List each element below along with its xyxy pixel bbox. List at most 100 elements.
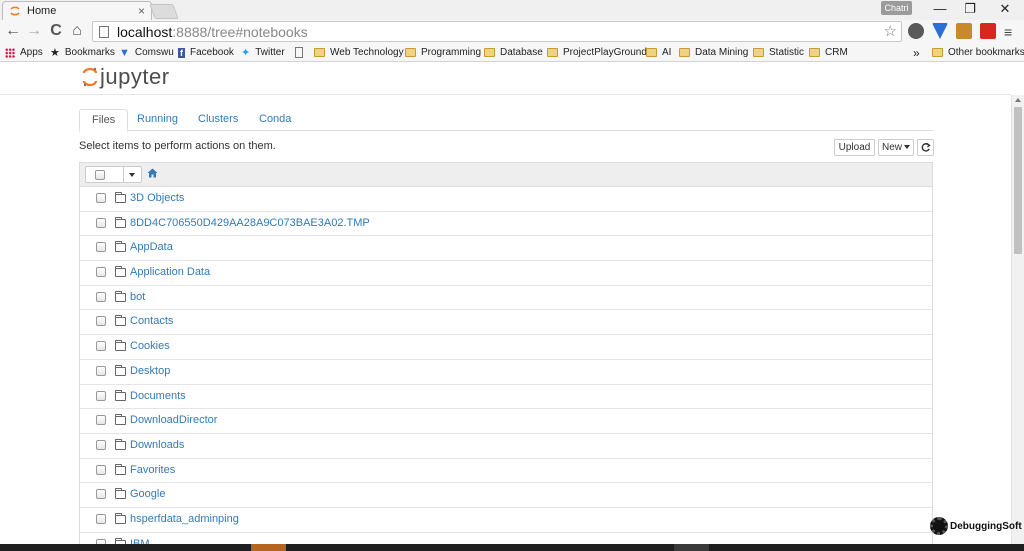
bookmark-star-icon[interactable]: ☆: [884, 22, 897, 40]
file-list-item[interactable]: bot: [80, 286, 932, 311]
file-list-item[interactable]: Favorites: [80, 459, 932, 484]
item-checkbox[interactable]: [96, 489, 106, 500]
file-list-item[interactable]: 3D Objects: [80, 187, 932, 212]
chrome-menu-icon[interactable]: ≡: [1004, 24, 1012, 40]
bookmark-database[interactable]: Database: [484, 44, 543, 61]
folder-icon: [115, 192, 126, 203]
item-link[interactable]: Contacts: [130, 315, 173, 327]
refresh-button[interactable]: [917, 139, 934, 156]
tab-conda[interactable]: Conda: [247, 109, 303, 131]
bookmark-data-mining[interactable]: Data Mining: [679, 44, 748, 61]
home-breadcrumb-icon[interactable]: [147, 168, 158, 178]
bookmark-page[interactable]: [295, 44, 303, 61]
item-link[interactable]: bot: [130, 291, 145, 303]
taskbar-app[interactable]: [674, 544, 709, 551]
caret-down-icon[interactable]: [129, 173, 135, 177]
item-checkbox[interactable]: [96, 291, 106, 302]
item-checkbox[interactable]: [96, 365, 106, 376]
minimize-icon[interactable]: —: [931, 1, 949, 16]
reload-icon[interactable]: C: [47, 22, 65, 40]
select-all-checkbox[interactable]: [95, 170, 105, 180]
bookmark-programming[interactable]: Programming: [405, 44, 481, 61]
item-checkbox[interactable]: [96, 439, 106, 450]
file-list-item[interactable]: AppData: [80, 236, 932, 262]
file-list-item[interactable]: 8DD4C706550D429AA28A9C073BAE3A02.TMP: [80, 212, 932, 237]
item-link[interactable]: Desktop: [130, 365, 170, 377]
select-all-dropdown[interactable]: [85, 166, 142, 183]
item-link[interactable]: 3D Objects: [130, 192, 184, 204]
tab-close-icon[interactable]: ×: [138, 4, 145, 18]
bookmark-twitter[interactable]: ✦ Twitter: [241, 44, 285, 61]
puzzle-icon[interactable]: [908, 23, 924, 39]
tab-running[interactable]: Running: [125, 109, 190, 131]
item-checkbox[interactable]: [96, 390, 106, 401]
new-dropdown-button[interactable]: New: [878, 139, 914, 156]
upload-button[interactable]: Upload: [834, 139, 875, 156]
item-link[interactable]: Cookies: [130, 340, 170, 352]
file-list-item[interactable]: hsperfdata_adminping: [80, 508, 932, 533]
file-list-item[interactable]: Documents: [80, 385, 932, 410]
item-link[interactable]: Google: [130, 488, 165, 500]
file-list-item[interactable]: Cookies: [80, 335, 932, 360]
item-link[interactable]: 8DD4C706550D429AA28A9C073BAE3A02.TMP: [130, 217, 370, 229]
browser-tab[interactable]: Home ×: [2, 1, 152, 20]
bookmark-ai[interactable]: AI: [646, 44, 671, 61]
profile-badge[interactable]: Chatri: [881, 1, 912, 15]
page-scrollbar[interactable]: [1011, 95, 1024, 544]
other-bookmarks[interactable]: Other bookmarks: [932, 44, 1024, 61]
jupyter-tabs: Files Running Clusters Conda: [79, 109, 933, 132]
forward-icon[interactable]: →: [25, 22, 43, 40]
shield-v-icon[interactable]: [932, 23, 948, 39]
item-link[interactable]: hsperfdata_adminping: [130, 513, 239, 525]
item-checkbox[interactable]: [96, 513, 106, 524]
bookmark-web-technology[interactable]: Web Technology: [314, 44, 404, 61]
item-checkbox[interactable]: [96, 415, 106, 426]
jupyter-logo[interactable]: jupyter: [82, 64, 170, 90]
item-link[interactable]: AppData: [130, 241, 173, 253]
bookmark-comswu[interactable]: ▼ Comswu: [119, 44, 174, 61]
file-list-item[interactable]: Downloads: [80, 434, 932, 459]
item-checkbox[interactable]: [96, 341, 106, 352]
bookmark-projectplaygroundd[interactable]: ProjectPlayGroundD: [547, 44, 654, 61]
close-window-icon[interactable]: ✕: [996, 1, 1014, 17]
folder-icon: [753, 48, 764, 57]
new-tab-button[interactable]: [149, 4, 179, 19]
item-link[interactable]: Documents: [130, 390, 186, 402]
item-link[interactable]: Downloads: [130, 439, 184, 451]
item-checkbox[interactable]: [96, 242, 106, 253]
taskbar-app[interactable]: [251, 544, 286, 551]
item-link[interactable]: DownloadDirector: [130, 414, 217, 426]
bookmark-apps[interactable]: Apps: [5, 44, 43, 61]
scroll-up-icon[interactable]: [1015, 98, 1021, 102]
file-list-item[interactable]: Google: [80, 483, 932, 508]
back-icon[interactable]: ←: [4, 22, 22, 40]
file-list-item[interactable]: DownloadDirector: [80, 409, 932, 434]
scrollbar-thumb[interactable]: [1014, 107, 1022, 254]
bookmark-crm[interactable]: CRM: [809, 44, 848, 61]
bookmark-statistic[interactable]: Statistic: [753, 44, 804, 61]
item-checkbox[interactable]: [96, 464, 106, 475]
file-list-item[interactable]: Desktop: [80, 360, 932, 385]
jupyter-header: jupyter: [0, 62, 1011, 95]
bookmark-bookmarks[interactable]: ★ Bookmarks: [50, 44, 115, 61]
item-checkbox[interactable]: [96, 217, 106, 228]
restore-icon[interactable]: ❐: [961, 1, 979, 17]
tab-files[interactable]: Files: [79, 109, 129, 132]
file-list-item[interactable]: Contacts: [80, 310, 932, 336]
home-icon[interactable]: ⌂: [68, 22, 86, 40]
folder-icon: [115, 241, 126, 253]
item-checkbox[interactable]: [96, 193, 106, 203]
download-box-icon[interactable]: [956, 23, 972, 39]
tab-clusters[interactable]: Clusters: [186, 109, 250, 131]
red-bookmark-icon[interactable]: [980, 23, 996, 39]
address-bar[interactable]: localhost:8888/tree#notebooks ☆: [92, 21, 902, 42]
caret-down-icon: [904, 145, 910, 150]
item-link[interactable]: Favorites: [130, 464, 175, 476]
item-checkbox[interactable]: [96, 316, 106, 327]
bookmarks-overflow-icon[interactable]: »: [913, 44, 920, 61]
item-link[interactable]: Application Data: [130, 266, 210, 278]
bookmark-facebook[interactable]: f Facebook: [178, 44, 234, 61]
folder-icon: [547, 48, 558, 57]
file-list-item[interactable]: Application Data: [80, 261, 932, 286]
item-checkbox[interactable]: [96, 267, 106, 278]
